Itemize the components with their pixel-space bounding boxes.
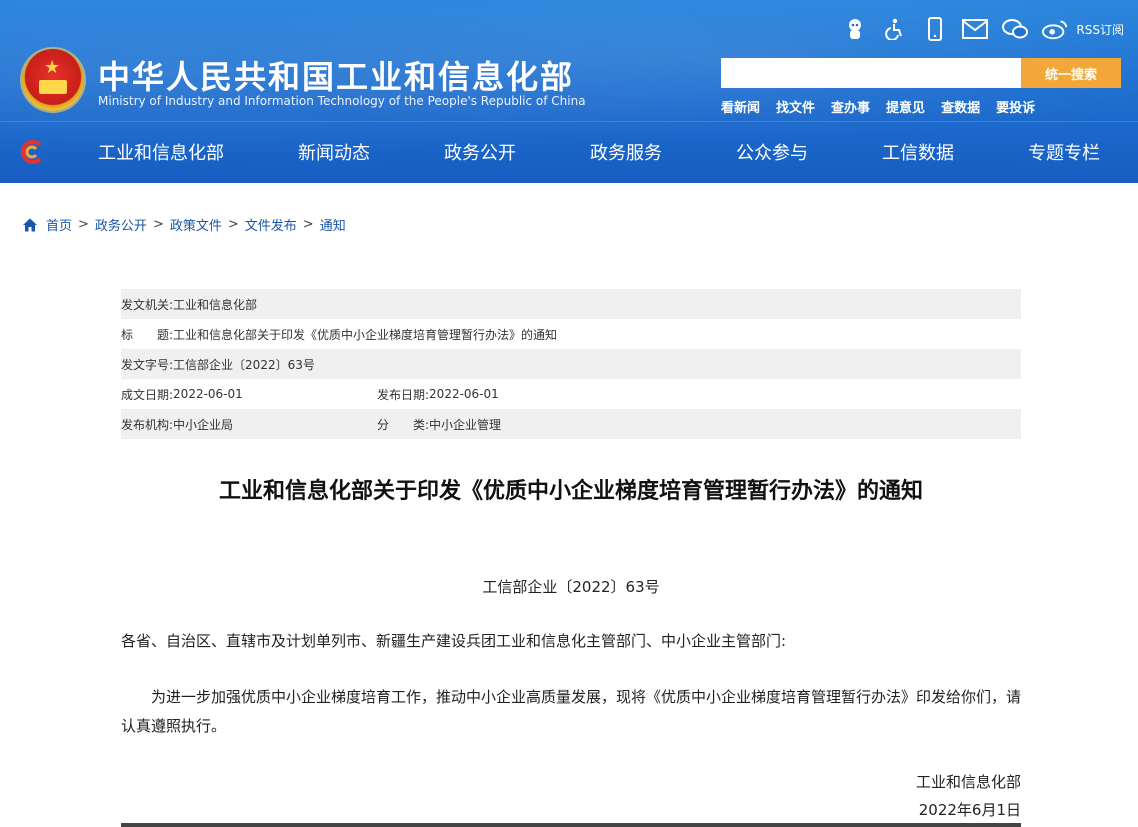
breadcrumb-policy-documents[interactable]: 政策文件	[170, 215, 222, 234]
content-bottom-divider	[121, 823, 1021, 827]
quick-link-data[interactable]: 查数据	[941, 97, 980, 116]
meta-doc-number: 工信部企业〔2022〕63号	[173, 357, 315, 372]
nav-item-government-services[interactable]: 政务服务	[590, 139, 662, 165]
weibo-icon[interactable]	[1042, 16, 1068, 42]
article-date: 2022年6月1日	[918, 801, 1021, 819]
meta-label: 分 类:	[377, 417, 430, 432]
meta-org: 中小企业局	[173, 417, 234, 432]
quick-links: 看新闻 找文件 查办事 提意见 查数据 要投诉	[721, 97, 1035, 116]
national-emblem-icon: ★	[22, 49, 84, 111]
quick-link-complaint[interactable]: 要投诉	[996, 97, 1035, 116]
meta-row-doc-number: 发文字号: 工信部企业〔2022〕63号	[121, 349, 1021, 379]
accessibility-icon[interactable]	[882, 16, 908, 42]
document-metadata-table: 发文机关: 工业和信息化部 标 题: 工业和信息化部关于印发《优质中小企业梯度培…	[121, 289, 1021, 439]
meta-row-org-category: 发布机构: 中小企业局 分 类: 中小企业管理	[121, 409, 1021, 439]
quick-link-news[interactable]: 看新闻	[721, 97, 760, 116]
meta-label: 标 题:	[121, 327, 174, 342]
meta-row-issuer: 发文机关: 工业和信息化部	[121, 289, 1021, 319]
article-body-paragraph: 为进一步加强优质中小企业梯度培育工作，推动中小企业高质量发展，现将《优质中小企业…	[121, 688, 1022, 735]
unified-search-button[interactable]: 统一搜索	[1021, 58, 1121, 88]
meta-publish-date: 2022-06-01	[429, 387, 499, 401]
article-doc-number: 工信部企业〔2022〕63号	[482, 578, 660, 596]
breadcrumb-separator: >	[227, 217, 239, 232]
mail-icon[interactable]	[962, 16, 989, 42]
meta-issuer: 工业和信息化部	[173, 297, 258, 312]
meta-title: 工业和信息化部关于印发《优质中小企业梯度培育管理暂行办法》的通知	[173, 327, 558, 342]
nav-item-news[interactable]: 新闻动态	[298, 139, 370, 165]
breadcrumb-home[interactable]: 首页	[46, 215, 72, 234]
article-addressee: 各省、自治区、直辖市及计划单列市、新疆生产建设兵团工业和信息化主管部门、中小企业…	[121, 632, 787, 650]
breadcrumb-notice[interactable]: 通知	[320, 215, 346, 234]
robot-icon[interactable]	[842, 16, 868, 42]
article-title: 工业和信息化部关于印发《优质中小企业梯度培育管理暂行办法》的通知	[218, 479, 923, 504]
mobile-icon[interactable]	[922, 16, 948, 42]
site-subtitle: Ministry of Industry and Information Tec…	[98, 94, 586, 108]
search-input[interactable]	[721, 58, 1021, 88]
breadcrumb-separator: >	[78, 217, 89, 232]
rss-subscribe-link[interactable]: RSS订阅	[1076, 21, 1124, 38]
site-header: ★ 中华人民共和国工业和信息化部 Ministry of Industry an…	[0, 0, 1138, 183]
meta-row-title: 标 题: 工业和信息化部关于印发《优质中小企业梯度培育管理暂行办法》的通知	[121, 319, 1021, 349]
meta-label: 发文字号:	[121, 357, 174, 372]
meta-label: 成文日期:	[121, 387, 174, 402]
nav-item-government-affairs[interactable]: 政务公开	[444, 139, 516, 165]
meta-written-date: 2022-06-01	[173, 387, 243, 401]
meta-category: 中小企业管理	[429, 417, 502, 432]
meta-label: 发布日期:	[377, 387, 430, 402]
nav-item-industry-data[interactable]: 工信数据	[882, 139, 954, 165]
home-icon[interactable]	[22, 217, 38, 233]
breadcrumb-document-release[interactable]: 文件发布	[245, 215, 297, 234]
quick-link-files[interactable]: 找文件	[776, 97, 815, 116]
site-title[interactable]: 中华人民共和国工业和信息化部	[98, 52, 574, 98]
meta-label: 发文机关:	[121, 297, 174, 312]
meta-label: 发布机构:	[121, 417, 174, 432]
top-utility-bar: RSS订阅	[842, 16, 1124, 42]
quick-link-feedback[interactable]: 提意见	[886, 97, 925, 116]
wechat-icon[interactable]	[1002, 16, 1029, 42]
breadcrumb-government-affairs[interactable]: 政务公开	[95, 215, 147, 234]
breadcrumb-separator: >	[152, 217, 164, 232]
quick-link-services[interactable]: 查办事	[831, 97, 870, 116]
breadcrumb-separator: >	[302, 217, 314, 232]
nav-item-public-participation[interactable]: 公众参与	[736, 139, 808, 165]
breadcrumb: 首页 > 政务公开 > 政策文件 > 文件发布 > 通知	[22, 215, 346, 234]
nav-item-ministry[interactable]: 工业和信息化部	[98, 139, 224, 165]
meta-row-dates: 成文日期: 2022-06-01 发布日期: 2022-06-01	[121, 379, 1021, 409]
nav-item-special-topics[interactable]: 专题专栏	[1028, 139, 1100, 165]
miit-logo-icon[interactable]	[18, 139, 44, 165]
article-signature: 工业和信息化部	[915, 773, 1021, 791]
